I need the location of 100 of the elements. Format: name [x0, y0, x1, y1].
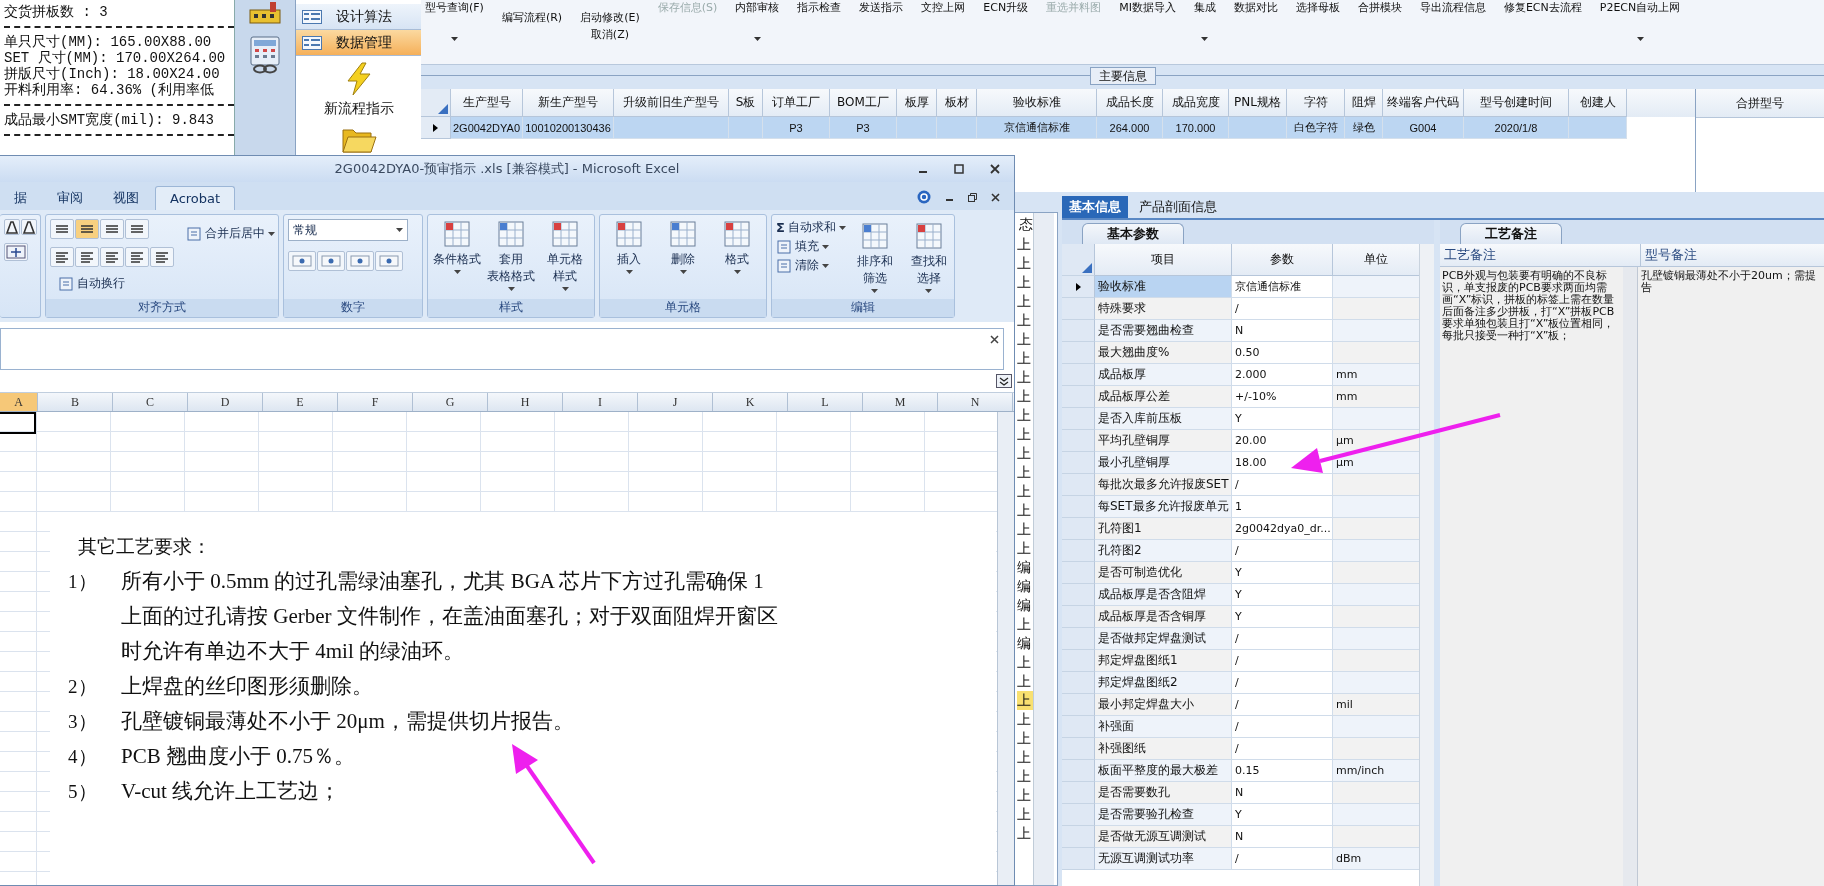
table-row[interactable]: 邦定焊盘图纸2 /: [1062, 672, 1420, 694]
ribbon-tab[interactable]: 据: [0, 186, 41, 210]
align-icon[interactable]: [50, 247, 74, 267]
status-cell[interactable]: 编: [1017, 634, 1033, 653]
toolbar-button[interactable]: 修复ECN去流程: [1503, 0, 1582, 56]
column-header[interactable]: B: [38, 393, 113, 411]
ribbon-button[interactable]: 条件格式: [432, 219, 482, 295]
table-row[interactable]: 最小邦定焊盘大小 / mil: [1062, 694, 1420, 716]
column-header[interactable]: L: [788, 393, 863, 411]
number-format-icon[interactable]: [346, 251, 374, 271]
align-icon[interactable]: [50, 219, 74, 239]
ribbon-button[interactable]: 单元格 样式: [540, 219, 590, 295]
ribbon-tab[interactable]: 审阅: [43, 186, 97, 210]
ribbon-button[interactable]: 常规: [288, 219, 408, 241]
close-icon[interactable]: [991, 192, 1000, 202]
status-cell[interactable]: 上: [1017, 501, 1033, 520]
table-row[interactable]: 邦定焊盘图纸1 /: [1062, 650, 1420, 672]
status-cell[interactable]: 上: [1017, 482, 1033, 501]
table-row[interactable]: 验收标准 京信通信标准: [1062, 276, 1420, 298]
status-cell[interactable]: 上: [1017, 406, 1033, 425]
column-header[interactable]: 合拼型号: [1696, 89, 1824, 118]
status-cell[interactable]: 上: [1017, 387, 1033, 406]
status-cell[interactable]: 上: [1017, 729, 1033, 748]
table-row[interactable]: 是否可制造优化 Y: [1062, 562, 1420, 584]
status-cell[interactable]: 上: [1017, 710, 1033, 729]
ribbon-button[interactable]: 自动换行: [58, 275, 174, 292]
status-cell[interactable]: 上: [1017, 767, 1033, 786]
status-cell[interactable]: 上: [1017, 691, 1033, 710]
nav-item[interactable]: 设计算法: [296, 4, 421, 30]
toolbar-button[interactable]: 集成: [1193, 0, 1216, 56]
status-cell[interactable]: 上: [1017, 330, 1033, 349]
status-cell[interactable]: 编: [1017, 558, 1033, 577]
column-header[interactable]: 态: [1019, 213, 1033, 235]
align-icon[interactable]: [125, 247, 149, 267]
table-row[interactable]: 平均孔壁铜厚 20.00 μm: [1062, 430, 1420, 452]
toolbar-button[interactable]: MI数据导入: [1119, 0, 1176, 56]
column-header[interactable]: K: [713, 393, 788, 411]
tab[interactable]: 基本参数: [1082, 223, 1184, 244]
align-icon[interactable]: [75, 247, 99, 267]
table-row[interactable]: 每批次最多允许报废SET /: [1062, 474, 1420, 496]
toolbar-button[interactable]: 文控上网: [921, 0, 966, 56]
status-cell[interactable]: 上: [1017, 805, 1033, 824]
column-header[interactable]: J: [638, 393, 713, 411]
calculator-icon[interactable]: [248, 36, 283, 74]
toolbar-button[interactable]: 型号查询(F): [425, 0, 484, 56]
status-cell[interactable]: 编: [1017, 596, 1033, 615]
status-cell[interactable]: 上: [1017, 273, 1033, 292]
table-row[interactable]: 成品板厚是否含铜厚 Y: [1062, 606, 1420, 628]
toolbar-button[interactable]: P2ECN自动上网: [1599, 0, 1681, 56]
nav-action-label[interactable]: 新流程指示: [323, 100, 394, 118]
column-header[interactable]: A: [0, 393, 38, 411]
align-icon[interactable]: [75, 219, 99, 239]
status-cell[interactable]: 上: [1017, 672, 1033, 691]
table-row[interactable]: 补强图纸 /: [1062, 738, 1420, 760]
toolbar-button[interactable]: 合拼模块: [1357, 0, 1402, 56]
factory-icon[interactable]: [248, 2, 283, 24]
status-cell[interactable]: 编: [1017, 577, 1033, 596]
column-header[interactable]: 型号备注: [1641, 244, 1697, 266]
status-cell[interactable]: 上: [1017, 368, 1033, 387]
scrollbar[interactable]: [1419, 244, 1434, 886]
status-cell[interactable]: 上: [1017, 254, 1033, 273]
ribbon-button[interactable]: 填充: [776, 238, 846, 255]
number-format-icon[interactable]: [317, 251, 345, 271]
scrollbar[interactable]: [1623, 267, 1637, 886]
ribbon-button[interactable]: 查找和 选择: [903, 221, 954, 293]
number-format-icon[interactable]: [375, 251, 403, 271]
column-header[interactable]: D: [188, 393, 263, 411]
status-cell[interactable]: 上: [1017, 615, 1033, 634]
table-row[interactable]: 补强面 /: [1062, 716, 1420, 738]
ribbon-tab[interactable]: 视图: [99, 186, 153, 210]
column-header[interactable]: G: [413, 393, 488, 411]
column-header[interactable]: I: [563, 393, 638, 411]
status-cell[interactable]: 上: [1017, 520, 1033, 539]
status-cell[interactable]: 上: [1017, 425, 1033, 444]
table-row[interactable]: 2G0042DYA0 10010200130436 P3 P3 京信通信标准 264.000 170.000 白色字符 绿色 G004 2020/1/8: [421, 117, 1695, 139]
ribbon-button[interactable]: 排序和 筛选: [849, 221, 900, 293]
ribbon-tab[interactable]: Acrobat: [155, 186, 236, 210]
toolbar-button[interactable]: ECN升级: [983, 0, 1029, 56]
table-row[interactable]: 成品板厚 2.000 mm: [1062, 364, 1420, 386]
table-row[interactable]: 是否需要数孔 N: [1062, 782, 1420, 804]
ribbon-button[interactable]: 清除: [776, 257, 846, 274]
nav-item[interactable]: 数据管理: [296, 30, 421, 56]
ribbon-button[interactable]: Σ 自动求和: [776, 219, 846, 236]
status-cell[interactable]: 上: [1017, 349, 1033, 368]
scrollbar[interactable]: [997, 412, 1014, 885]
toolbar-button[interactable]: 编写流程(R): [501, 0, 563, 56]
table-row[interactable]: 孔符图1 2g0042dya0_dr...: [1062, 518, 1420, 540]
status-cell[interactable]: 上: [1017, 463, 1033, 482]
status-cell[interactable]: 上: [1017, 444, 1033, 463]
ribbon-button[interactable]: 格式: [712, 219, 762, 295]
toolbar-button[interactable]: 选择母板: [1295, 0, 1340, 56]
table-row[interactable]: 特殊要求 /: [1062, 298, 1420, 320]
ribbon-button[interactable]: 套用 表格格式: [486, 219, 536, 295]
toolbar-button[interactable]: 导出流程信息: [1419, 0, 1486, 56]
scrollbar[interactable]: [1033, 213, 1054, 885]
number-format-icon[interactable]: [288, 251, 316, 271]
status-cell[interactable]: 上: [1017, 292, 1033, 311]
table-row[interactable]: 成品板厚是否含阻焊 Y: [1062, 584, 1420, 606]
toolbar-button[interactable]: 发送指示: [859, 0, 904, 56]
close-icon[interactable]: [990, 335, 999, 344]
